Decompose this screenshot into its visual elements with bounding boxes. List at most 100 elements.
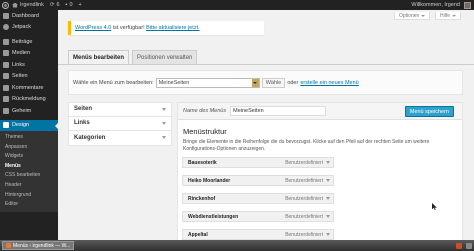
sidebar-item-design[interactable]: Design: [0, 119, 58, 131]
refresh-icon: ⟳: [49, 2, 55, 8]
feedback-icon: [3, 96, 9, 103]
update-now-link[interactable]: Bitte aktualisiere jetzt.: [146, 25, 200, 31]
sidebar-item-dashboard[interactable]: Dashboard: [0, 10, 58, 22]
link-icon: [3, 61, 9, 68]
menu-item[interactable]: Heiko Moorlander Benutzerdefiniert: [182, 175, 334, 186]
menu-item-type: Benutzerdefiniert: [285, 159, 323, 166]
menu-item-type: Benutzerdefiniert: [285, 177, 323, 184]
chevron-down-icon[interactable]: [326, 197, 330, 200]
accordion-pages[interactable]: Seiten: [68, 102, 172, 117]
sidebar-item-label: Rückmeldung: [12, 96, 46, 103]
submenu-item-menus[interactable]: Menüs: [0, 162, 58, 172]
menu-structure-heading: Menüstruktur: [183, 127, 227, 136]
save-menu-button[interactable]: Menü speichern: [404, 106, 454, 117]
sidebar-item-comments[interactable]: Kommentare: [0, 82, 58, 94]
menu-select[interactable]: MeineSeiten: [155, 77, 260, 88]
chevron-down-icon[interactable]: [326, 161, 330, 164]
sidebar-item-label: Jetpack: [12, 24, 31, 31]
chevron-down-icon: [162, 107, 166, 111]
menu-item-title: Webdienstleistungen: [188, 213, 239, 220]
tray-network-icon[interactable]: [466, 242, 472, 249]
sidebar-item-label: Beiträge: [12, 38, 33, 45]
submenu-item-themes[interactable]: Themes: [0, 133, 58, 143]
menu-name-input[interactable]: MeineSeiten: [230, 106, 327, 116]
tray-app-icon[interactable]: [456, 242, 462, 249]
updates-link[interactable]: ⟳ 6: [47, 0, 63, 10]
wordpress-logo-icon[interactable]: [2, 1, 9, 9]
account-menu[interactable]: Willkommen, Irgend: [408, 0, 474, 10]
menu-select-value: MeineSeiten: [158, 79, 190, 86]
sidebar-item-label: Seiten: [12, 73, 28, 80]
main-content: Optionen Hilfe WordPress 4.0 ist verfügb…: [58, 10, 474, 251]
sidebar-item-posts[interactable]: Beiträge: [0, 36, 58, 48]
accordion-categories[interactable]: Kategorien: [68, 131, 172, 146]
greeting: Willkommen, Irgend: [411, 2, 460, 8]
or-text: oder: [287, 79, 299, 86]
sidebar-item-pages[interactable]: Seiten: [0, 71, 58, 83]
sidebar-item-secret[interactable]: Geheim: [0, 105, 58, 117]
accordion-label: Links: [74, 120, 90, 127]
menu-item[interactable]: Webdienstleistungen Benutzerdefiniert: [182, 211, 334, 222]
menu-item[interactable]: Rinckenhof Benutzerdefiniert: [182, 193, 334, 204]
taskbar-window-title: Menüs ‹ irgendlink — W...: [13, 242, 71, 249]
menu-item-title: Bauesoterik: [188, 159, 217, 166]
submenu-item-editor[interactable]: Editor: [0, 200, 58, 210]
browser-icon: [6, 243, 11, 248]
accordion-label: Seiten: [74, 106, 93, 113]
sidebar-item-label: Dashboard: [12, 12, 39, 19]
sidebar-item-links[interactable]: Links: [0, 59, 58, 71]
admin-sidebar: Dashboard Jetpack Beiträge Medien Links …: [0, 10, 58, 240]
site-name-link[interactable]: Irgendlink: [9, 0, 47, 10]
updates-count: 6: [56, 2, 60, 8]
chevron-down-icon[interactable]: [326, 215, 330, 218]
chevron-down-icon: [452, 14, 457, 17]
lock-icon: [3, 107, 9, 114]
screen-options-label: Optionen: [399, 12, 420, 19]
submenu-item-customize[interactable]: Anpassen: [0, 143, 58, 153]
accordion-links[interactable]: Links: [68, 116, 172, 131]
tab-manage-locations[interactable]: Positionen verwalten: [132, 50, 198, 64]
pin-icon: [3, 38, 9, 45]
menu-item-type: Benutzerdefiniert: [285, 195, 323, 202]
taskbar: Menüs ‹ irgendlink — W...: [0, 240, 474, 251]
page-icon: [3, 73, 9, 80]
menu-structure-description: Bringe die Elemente in die Reihenfolge d…: [183, 139, 430, 152]
screen-options-button[interactable]: Optionen: [394, 12, 431, 20]
submenu-item-edit-css[interactable]: CSS bearbeiten: [0, 171, 58, 181]
submenu-item-background[interactable]: Hintergrund: [0, 191, 58, 201]
brush-icon: [3, 122, 9, 129]
home-icon: [12, 2, 18, 8]
sidebar-item-jetpack[interactable]: Jetpack: [0, 22, 58, 34]
chevron-down-icon[interactable]: [326, 179, 330, 182]
design-submenu: Themes Anpassen Widgets Menüs CSS bearbe…: [0, 131, 58, 212]
comments-link[interactable]: ▪ 0: [63, 0, 76, 10]
sidebar-item-label: Medien: [12, 50, 31, 57]
nav-tabs: Menüs bearbeiten Positionen verwalten: [68, 50, 198, 64]
menu-item-title: Heiko Moorlander: [188, 177, 231, 184]
chevron-down-icon: [162, 121, 166, 125]
menu-item-type: Benutzerdefiniert: [285, 231, 323, 238]
wordpress-version-link[interactable]: WordPress 4.0: [75, 25, 111, 31]
create-menu-link[interactable]: erstelle ein neues Menü: [300, 80, 358, 86]
avatar: [464, 1, 471, 9]
menu-item-sources: Seiten Links Kategorien: [68, 102, 172, 146]
dashboard-icon: [3, 12, 9, 19]
menu-item[interactable]: Bauesoterik Benutzerdefiniert: [182, 157, 334, 168]
tab-edit-menus[interactable]: Menüs bearbeiten: [68, 50, 130, 64]
chevron-down-icon: [421, 14, 426, 17]
new-label: +: [78, 2, 82, 8]
chevron-down-icon[interactable]: [326, 233, 330, 236]
new-content-link[interactable]: +: [76, 0, 85, 10]
tab-divider: [58, 64, 474, 65]
sidebar-item-media[interactable]: Medien: [0, 48, 58, 60]
comment-icon: [3, 84, 9, 91]
choose-menu-button[interactable]: Wähle: [261, 77, 286, 88]
sidebar-item-label: Geheim: [12, 107, 32, 114]
sidebar-item-feedback[interactable]: Rückmeldung: [0, 94, 58, 106]
help-button[interactable]: Hilfe: [435, 12, 462, 20]
submenu-item-widgets[interactable]: Widgets: [0, 152, 58, 162]
menu-item[interactable]: Appeltal Benutzerdefiniert: [182, 229, 334, 240]
media-icon: [3, 50, 9, 57]
submenu-item-header[interactable]: Header: [0, 181, 58, 191]
taskbar-window-button[interactable]: Menüs ‹ irgendlink — W...: [2, 241, 75, 250]
